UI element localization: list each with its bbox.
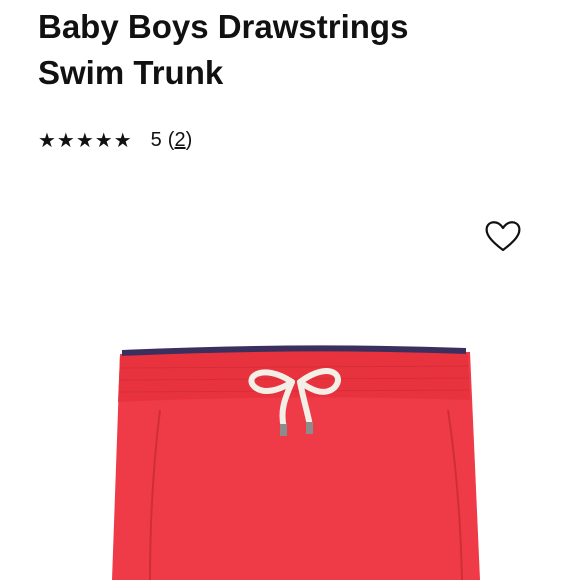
heart-outline-icon [485, 221, 521, 252]
product-image [112, 345, 480, 580]
star-rating-icons: ★★★★★ [38, 128, 133, 152]
product-title-line-1: Baby Boys Drawstrings [38, 8, 409, 45]
waistband [118, 351, 470, 402]
wishlist-button[interactable] [483, 216, 523, 256]
review-count[interactable]: (2) [168, 129, 192, 152]
product-rating[interactable]: ★★★★★ 5 (2) [38, 126, 192, 154]
rating-value: 5 [150, 128, 162, 151]
review-count-link[interactable]: 2 [174, 129, 185, 151]
review-count-close: ) [185, 128, 193, 151]
product-title-line-2: Swim Trunk [38, 54, 224, 91]
product-title: Baby Boys Drawstrings Swim Trunk [38, 4, 558, 96]
